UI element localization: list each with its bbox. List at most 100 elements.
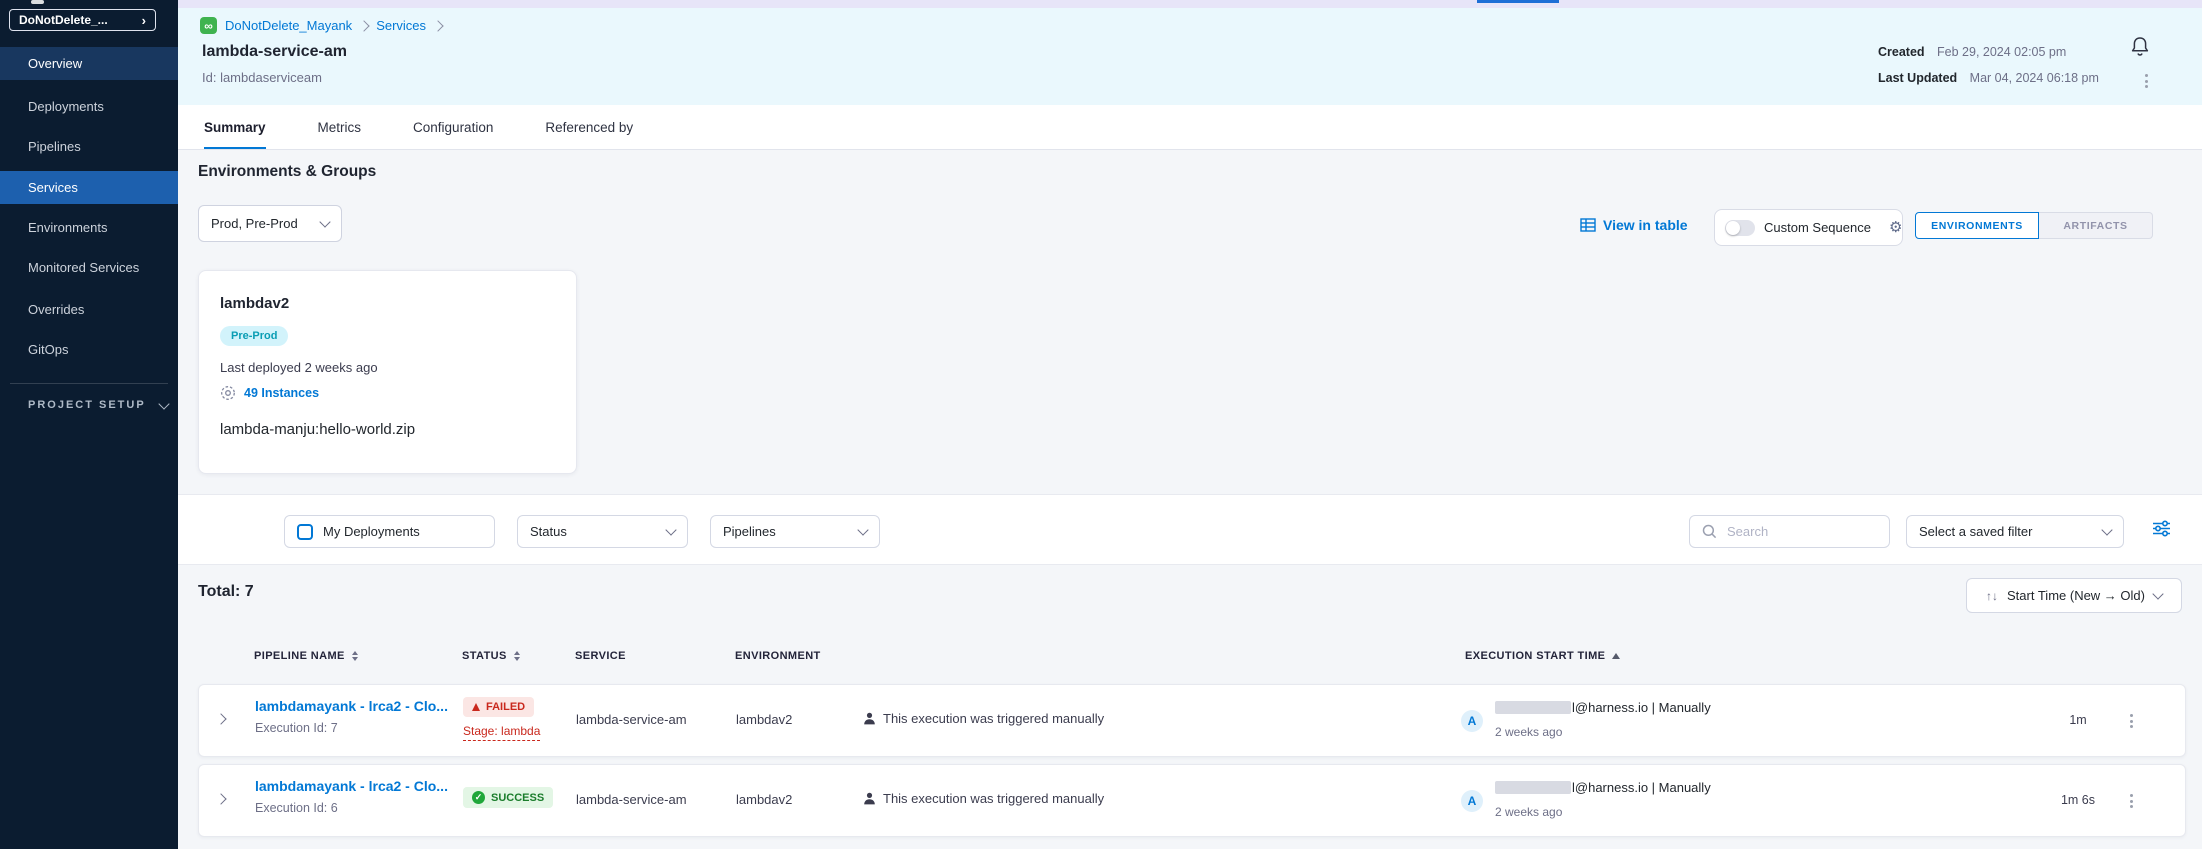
custom-sequence-control: Custom Sequence ⚙: [1714, 209, 1903, 246]
sidebar-nav: DoNotDelete_... › Overview Deployments P…: [0, 0, 178, 849]
chevron-right-icon: ›: [142, 14, 146, 27]
execution-row[interactable]: lambdamayank - lrca2 - Clo... Execution …: [198, 764, 2186, 837]
pipeline-link[interactable]: lambdamayank - lrca2 - Clo...: [255, 778, 448, 794]
total-count: Total: 7: [198, 583, 254, 601]
service-tabbar: Summary Metrics Configuration Referenced…: [178, 105, 2202, 150]
trigger-info: This execution was triggered manually: [863, 711, 1104, 726]
status-badge-success: SUCCESS: [463, 787, 553, 808]
time-ago: 2 weeks ago: [1495, 725, 1562, 739]
segment-artifacts[interactable]: ARTIFACTS: [2039, 212, 2153, 239]
sidebar-item-gitops[interactable]: GitOps: [0, 333, 178, 366]
sidebar-item-services[interactable]: Services: [0, 171, 178, 204]
last-updated-label: Last Updated: [1878, 71, 1957, 85]
project-setup-label: PROJECT SETUP: [28, 399, 146, 411]
sidebar-item-deployments[interactable]: Deployments: [0, 90, 178, 123]
top-progress-bar: [1477, 0, 1559, 3]
saved-filter-dropdown[interactable]: Select a saved filter: [1906, 515, 2124, 548]
service-id: Id: lambdaserviceam: [202, 70, 322, 85]
avatar: A: [1461, 790, 1483, 812]
column-execution-start-time[interactable]: EXECUTION START TIME: [1465, 650, 1620, 662]
environment-card[interactable]: lambdav2 Pre-Prod Last deployed 2 weeks …: [198, 270, 577, 474]
status-label: SUCCESS: [491, 792, 544, 804]
notification-bell-icon[interactable]: [2130, 36, 2150, 58]
status-filter-label: Status: [530, 524, 567, 539]
trigger-text: This execution was triggered manually: [883, 711, 1104, 726]
my-deployments-filter[interactable]: My Deployments: [284, 515, 495, 548]
gear-icon[interactable]: ⚙: [1889, 220, 1902, 235]
env-artifact-segmented-control: ENVIRONMENTS ARTIFACTS: [1915, 212, 2153, 239]
execution-id: Execution Id: 6: [255, 801, 338, 815]
sidebar-item-environments[interactable]: Environments: [0, 211, 178, 244]
deployments-filter-bar: My Deployments Status Pipelines Select a…: [178, 494, 2202, 565]
sidebar-item-pipelines[interactable]: Pipelines: [0, 130, 178, 163]
execution-row[interactable]: lambdamayank - lrca2 - Clo... Execution …: [198, 684, 2186, 757]
tab-referenced-by[interactable]: Referenced by: [545, 105, 633, 149]
row-more-menu[interactable]: [2127, 791, 2136, 811]
instances-icon: [220, 385, 236, 401]
user-icon: [863, 792, 876, 805]
sidebar-item-overview[interactable]: Overview: [0, 47, 178, 80]
my-deployments-checkbox[interactable]: [297, 524, 313, 540]
pipeline-link[interactable]: lambdamayank - lrca2 - Clo...: [255, 698, 448, 714]
sidebar-item-monitored-services[interactable]: Monitored Services: [0, 251, 178, 284]
expand-row-icon[interactable]: [215, 713, 226, 724]
executions-table-header: PIPELINE NAME STATUS SERVICE ENVIRONMENT…: [198, 650, 2186, 670]
status-filter-dropdown[interactable]: Status: [517, 515, 688, 548]
redacted-username: [1495, 701, 1571, 714]
user-email-text: l@harness.io | Manually: [1572, 780, 1711, 795]
view-in-table-link[interactable]: View in table: [1580, 217, 1688, 233]
status-badge-failed: FAILED: [463, 697, 534, 717]
tab-configuration[interactable]: Configuration: [413, 105, 493, 149]
execution-duration: 1m 6s: [2028, 793, 2128, 807]
instances-link[interactable]: 49 Instances: [220, 385, 319, 401]
filter-sliders-icon[interactable]: [2152, 520, 2171, 537]
search-icon: [1702, 524, 1717, 539]
sort-icon: [514, 651, 520, 661]
instances-count-label: 49 Instances: [244, 386, 319, 400]
environments-groups-heading: Environments & Groups: [198, 163, 376, 181]
service-cell: lambda-service-am: [576, 712, 687, 727]
custom-sequence-toggle[interactable]: [1725, 220, 1755, 236]
my-deployments-label: My Deployments: [323, 524, 420, 539]
search-input[interactable]: [1725, 523, 1869, 540]
created-label: Created: [1878, 45, 1925, 59]
user-line: l@harness.io | Manually: [1495, 700, 1711, 715]
segment-environments[interactable]: ENVIRONMENTS: [1915, 212, 2039, 239]
tab-summary[interactable]: Summary: [204, 105, 266, 149]
trigger-info: This execution was triggered manually: [863, 791, 1104, 806]
chevron-down-icon: [665, 524, 676, 535]
environment-filter-dropdown[interactable]: Prod, Pre-Prod: [198, 205, 342, 242]
breadcrumb-services-link[interactable]: Services: [376, 18, 426, 33]
page-title: lambda-service-am: [202, 43, 347, 61]
search-box[interactable]: [1689, 515, 1890, 548]
sidebar-item-overrides[interactable]: Overrides: [0, 293, 178, 326]
trigger-text: This execution was triggered manually: [883, 791, 1104, 806]
sort-dropdown[interactable]: ↑↓ Start Time (New → Old): [1966, 578, 2182, 613]
project-selector[interactable]: DoNotDelete_... ›: [9, 9, 156, 31]
page-header: ∞ DoNotDelete_Mayank Services lambda-ser…: [178, 8, 2202, 105]
execution-duration: 1m: [2028, 713, 2128, 727]
column-pipeline-name[interactable]: PIPELINE NAME: [254, 650, 358, 662]
column-status[interactable]: STATUS: [462, 650, 520, 662]
pipelines-filter-dropdown[interactable]: Pipelines: [710, 515, 880, 548]
tab-metrics[interactable]: Metrics: [318, 105, 362, 149]
custom-sequence-label: Custom Sequence: [1764, 220, 1871, 235]
column-status-label: STATUS: [462, 650, 507, 662]
artifact-name: lambda-manju:hello-world.zip: [220, 421, 415, 438]
created-value: Feb 29, 2024 02:05 pm: [1937, 45, 2066, 59]
environment-filter-value: Prod, Pre-Prod: [211, 216, 298, 231]
success-check-icon: [472, 791, 485, 804]
sidebar-project-setup[interactable]: PROJECT SETUP: [28, 399, 168, 411]
expand-row-icon[interactable]: [215, 793, 226, 804]
failed-stage-link[interactable]: Stage: lambda: [463, 724, 540, 741]
row-more-menu[interactable]: [2127, 711, 2136, 731]
header-more-menu[interactable]: [2142, 71, 2151, 91]
sort-label: Start Time (New → Old): [2007, 588, 2145, 603]
top-bar: [178, 0, 2202, 8]
breadcrumb-project-link[interactable]: DoNotDelete_Mayank: [225, 18, 352, 33]
column-environment: ENVIRONMENT: [735, 650, 821, 662]
last-deployed-text: Last deployed 2 weeks ago: [220, 360, 378, 375]
chevron-down-icon: [158, 398, 169, 409]
sort-arrows-icon: ↑↓: [1986, 589, 1998, 603]
environment-cell: lambdav2: [736, 792, 792, 807]
